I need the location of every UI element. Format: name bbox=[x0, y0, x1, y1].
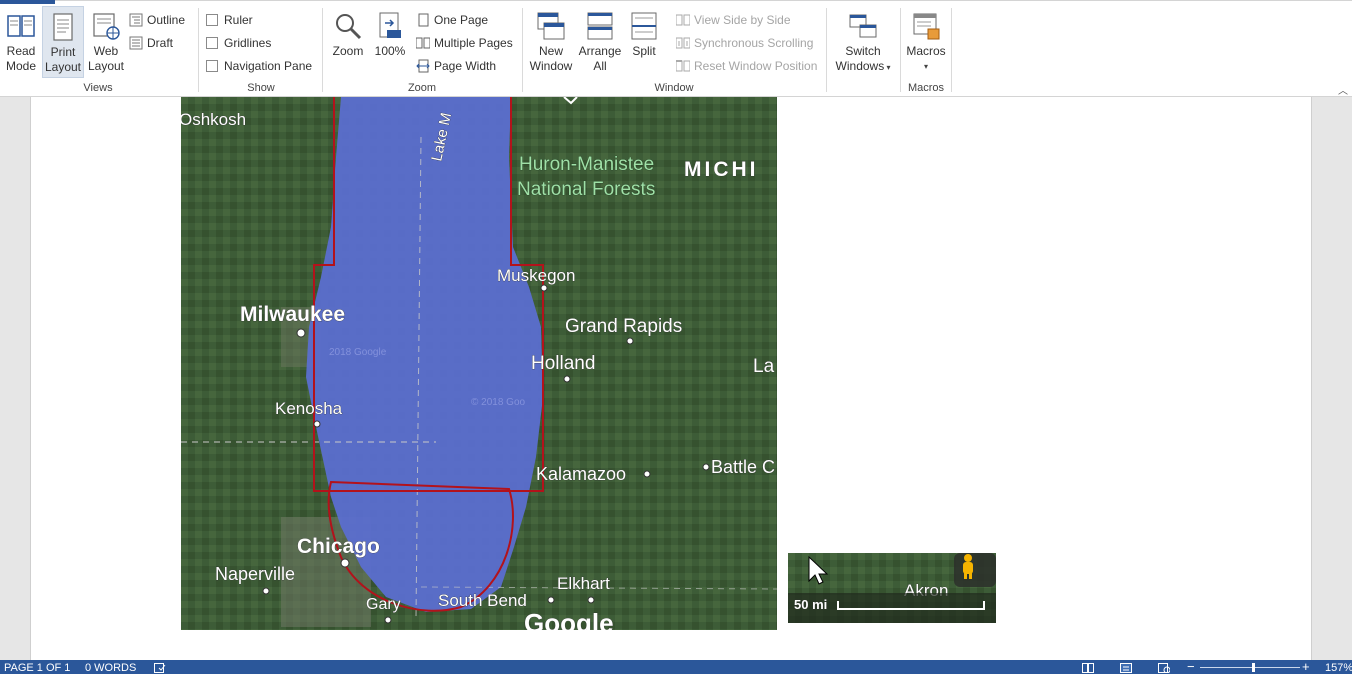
ribbon-view-tab: Read Mode Print Layout Web Layout Outlin… bbox=[0, 0, 1352, 97]
zoom-100-icon bbox=[375, 9, 405, 43]
synchronous-scrolling-icon bbox=[676, 36, 690, 50]
print-layout-button[interactable]: Print Layout bbox=[42, 6, 84, 78]
arrange-all-icon bbox=[585, 9, 615, 43]
web-layout-status-icon[interactable] bbox=[1158, 663, 1171, 674]
word-count[interactable]: 0 WORDS bbox=[85, 663, 136, 674]
zoom-group: Zoom 100% One Page Multiple Pages Page W… bbox=[324, 4, 520, 96]
side-by-side-icon bbox=[676, 13, 690, 27]
new-window-button[interactable]: New Window bbox=[526, 6, 576, 78]
map-label-south-bend: South Bend bbox=[438, 591, 527, 610]
map-label-huron-2: National Forests bbox=[517, 179, 655, 200]
web-layout-icon bbox=[91, 9, 121, 43]
magnifier-icon bbox=[333, 9, 363, 43]
map-label-elkhart: Elkhart bbox=[557, 574, 610, 593]
window-group: New Window Arrange All Split View Side b… bbox=[524, 4, 900, 96]
switch-windows-icon bbox=[848, 9, 878, 43]
zoom-group-label: Zoom bbox=[407, 82, 437, 94]
ruler-check-box[interactable] bbox=[206, 14, 218, 26]
document-page[interactable]: Oshkosh Lake M Huron-Manistee National F… bbox=[30, 97, 1312, 660]
google-logo: Google bbox=[524, 608, 614, 630]
multiple-pages-button[interactable]: Multiple Pages bbox=[416, 33, 513, 53]
draft-icon bbox=[129, 36, 143, 50]
multiple-pages-icon bbox=[416, 36, 430, 50]
switch-windows-dropdown-icon: ▾ bbox=[884, 63, 891, 72]
map-label-gary: Gary bbox=[366, 596, 401, 613]
view-side-by-side-button[interactable]: View Side by Side bbox=[676, 10, 791, 30]
zoom-in-button[interactable]: + bbox=[1302, 660, 1310, 673]
page-count[interactable]: PAGE 1 OF 1 bbox=[4, 663, 70, 674]
zoom-slider-thumb[interactable] bbox=[1252, 663, 1255, 672]
gridlines-check-box[interactable] bbox=[206, 37, 218, 49]
map-label-kalamazoo: Kalamazoo bbox=[536, 464, 626, 484]
map-label-michigan: MICHI bbox=[684, 158, 759, 181]
one-page-icon bbox=[416, 13, 430, 27]
navigation-pane-check-box[interactable] bbox=[206, 60, 218, 72]
map-label-milwaukee: Milwaukee bbox=[240, 303, 345, 326]
word-window: Read Mode Print Layout Web Layout Outlin… bbox=[0, 0, 1352, 674]
navigation-pane-checkbox[interactable]: Navigation Pane bbox=[206, 56, 312, 76]
map-watermark-2: © 2018 Goo bbox=[471, 397, 526, 408]
print-layout-icon bbox=[50, 10, 76, 44]
map-watermark-1: 2018 Google bbox=[329, 347, 387, 358]
read-mode-icon bbox=[6, 9, 36, 43]
show-group: Ruler Gridlines Navigation Pane Show bbox=[200, 4, 322, 96]
macros-button[interactable]: Macros ▾ bbox=[904, 6, 948, 78]
map-label-chicago: Chicago bbox=[297, 535, 380, 558]
gridlines-checkbox[interactable]: Gridlines bbox=[206, 33, 271, 53]
one-page-button[interactable]: One Page bbox=[416, 10, 488, 30]
map-label-lansing: La bbox=[753, 356, 775, 377]
split-button[interactable]: Split bbox=[626, 6, 662, 78]
macros-group-label: Macros bbox=[907, 82, 945, 94]
map-label-kenosha: Kenosha bbox=[275, 399, 343, 418]
collapse-ribbon-icon[interactable]: ︿ bbox=[1338, 82, 1348, 97]
zoom-button[interactable]: Zoom bbox=[328, 6, 368, 78]
window-group-label: Window bbox=[654, 82, 694, 94]
split-icon bbox=[629, 9, 659, 43]
zoom-100-button[interactable]: 100% bbox=[370, 6, 410, 78]
views-group: Read Mode Print Layout Web Layout Outlin… bbox=[0, 4, 196, 96]
macros-dropdown-icon: ▾ bbox=[923, 62, 928, 71]
switch-windows-button[interactable]: Switch Windows ▾ bbox=[830, 6, 896, 78]
read-mode-status-icon[interactable] bbox=[1082, 663, 1094, 673]
draft-button[interactable]: Draft bbox=[129, 33, 173, 53]
document-area[interactable]: Oshkosh Lake M Huron-Manistee National F… bbox=[0, 97, 1352, 660]
macros-icon bbox=[911, 9, 941, 43]
zoom-slider[interactable] bbox=[1200, 667, 1300, 668]
print-layout-status-icon[interactable] bbox=[1120, 663, 1132, 673]
map-label-naperville: Naperville bbox=[215, 564, 295, 584]
outline-icon bbox=[129, 13, 143, 27]
arrange-all-button[interactable]: Arrange All bbox=[576, 6, 624, 78]
show-group-label: Show bbox=[247, 82, 275, 94]
map-image[interactable]: Oshkosh Lake M Huron-Manistee National F… bbox=[181, 97, 777, 630]
zoom-level[interactable]: 157% bbox=[1325, 663, 1352, 674]
map-thumbnail-image[interactable]: Akron 50 mi bbox=[788, 553, 996, 623]
synchronous-scrolling-button[interactable]: Synchronous Scrolling bbox=[676, 33, 813, 53]
map-label-huron-1: Huron-Manistee bbox=[519, 154, 654, 175]
page-width-button[interactable]: Page Width bbox=[416, 56, 496, 76]
views-group-label: Views bbox=[83, 82, 113, 94]
ruler-checkbox[interactable]: Ruler bbox=[206, 10, 253, 30]
read-mode-button[interactable]: Read Mode bbox=[2, 6, 40, 78]
reset-window-position-button[interactable]: Reset Window Position bbox=[676, 56, 817, 76]
map-label-battle-creek: Battle C bbox=[711, 457, 775, 477]
status-bar: PAGE 1 OF 1 0 WORDS − + 157% bbox=[0, 660, 1352, 674]
outline-button[interactable]: Outline bbox=[129, 10, 185, 30]
new-window-icon bbox=[536, 9, 566, 43]
macros-group: Macros ▾ Macros bbox=[902, 4, 950, 96]
scale-label: 50 mi bbox=[794, 597, 827, 612]
reset-window-position-icon bbox=[676, 59, 690, 73]
map-label-oshkosh: Oshkosh bbox=[181, 110, 246, 129]
map-label-holland: Holland bbox=[531, 353, 595, 374]
page-width-icon bbox=[416, 59, 430, 73]
zoom-out-button[interactable]: − bbox=[1187, 660, 1195, 673]
map-label-grand-rapids: Grand Rapids bbox=[565, 316, 682, 337]
map-label-muskegon: Muskegon bbox=[497, 266, 575, 285]
web-layout-button[interactable]: Web Layout bbox=[86, 6, 126, 78]
proofing-icon[interactable] bbox=[154, 663, 166, 673]
